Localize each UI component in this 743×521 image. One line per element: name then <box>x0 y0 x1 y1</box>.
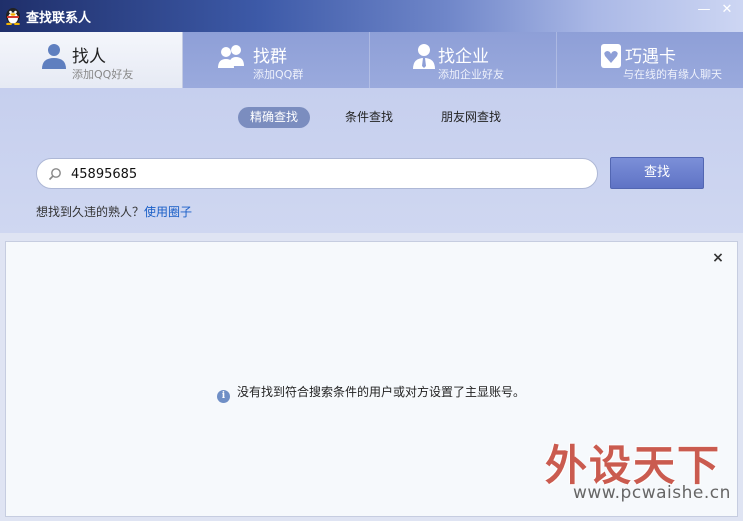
category-tab-bar: 找人 添加QQ好友 找群 添加QQ群 找企业 添加企业好友 巧遇卡 与在线的有缘… <box>0 32 743 88</box>
tab-exact-search[interactable]: 精确查找 <box>238 107 311 128</box>
close-window-button[interactable]: ✕ <box>717 2 737 20</box>
tab-condition-search[interactable]: 条件查找 <box>345 107 393 128</box>
hint-text: 想找到久违的熟人？使用圈子 <box>36 203 192 220</box>
title-bar: 查找联系人 — ✕ <box>0 0 743 32</box>
tab-subtitle: 与在线的有缘人聊天 <box>623 68 722 81</box>
person-icon <box>42 44 66 69</box>
search-mode-tabs: 精确查找 条件查找 朋友网查找 <box>0 107 743 129</box>
use-circle-link[interactable]: 使用圈子 <box>144 205 192 219</box>
qq-penguin-icon <box>6 8 20 25</box>
tab-pengyou-search[interactable]: 朋友网查找 <box>441 107 501 128</box>
heart-card-icon <box>601 44 621 68</box>
search-icon <box>48 168 61 181</box>
search-input[interactable] <box>71 163 571 185</box>
tab-subtitle: 添加企业好友 <box>438 68 504 81</box>
tab-title: 找人 <box>72 47 106 67</box>
tab-encounter-card[interactable]: 巧遇卡 与在线的有缘人聊天 <box>557 32 743 88</box>
group-icon <box>218 45 244 68</box>
search-panel: 精确查找 条件查找 朋友网查找 查找 想找到久违的熟人？使用圈子 <box>0 88 743 233</box>
tab-title: 巧遇卡 <box>625 47 676 67</box>
no-result-message: i 没有找到符合搜索条件的用户或对方设置了主显账号。 <box>217 383 525 403</box>
window-title: 查找联系人 <box>26 11 92 26</box>
tab-title: 找群 <box>253 47 287 67</box>
hint-question: 想找到久违的熟人？ <box>36 205 145 219</box>
tab-title: 找企业 <box>438 47 489 67</box>
tab-subtitle: 添加QQ群 <box>253 68 304 81</box>
tab-find-group[interactable]: 找群 添加QQ群 <box>183 32 370 88</box>
info-icon: i <box>217 390 230 403</box>
business-person-icon <box>413 44 435 69</box>
no-result-text: 没有找到符合搜索条件的用户或对方设置了主显账号。 <box>237 385 526 399</box>
close-results-button[interactable]: × <box>711 251 725 265</box>
minimize-button[interactable]: — <box>694 2 714 20</box>
tab-find-people[interactable]: 找人 添加QQ好友 <box>0 32 183 88</box>
search-button[interactable]: 查找 <box>610 157 704 189</box>
search-box <box>36 158 598 189</box>
tab-subtitle: 添加QQ好友 <box>72 68 134 81</box>
watermark-url: www.pcwaishe.cn <box>573 483 731 503</box>
tab-find-enterprise[interactable]: 找企业 添加企业好友 <box>370 32 557 88</box>
